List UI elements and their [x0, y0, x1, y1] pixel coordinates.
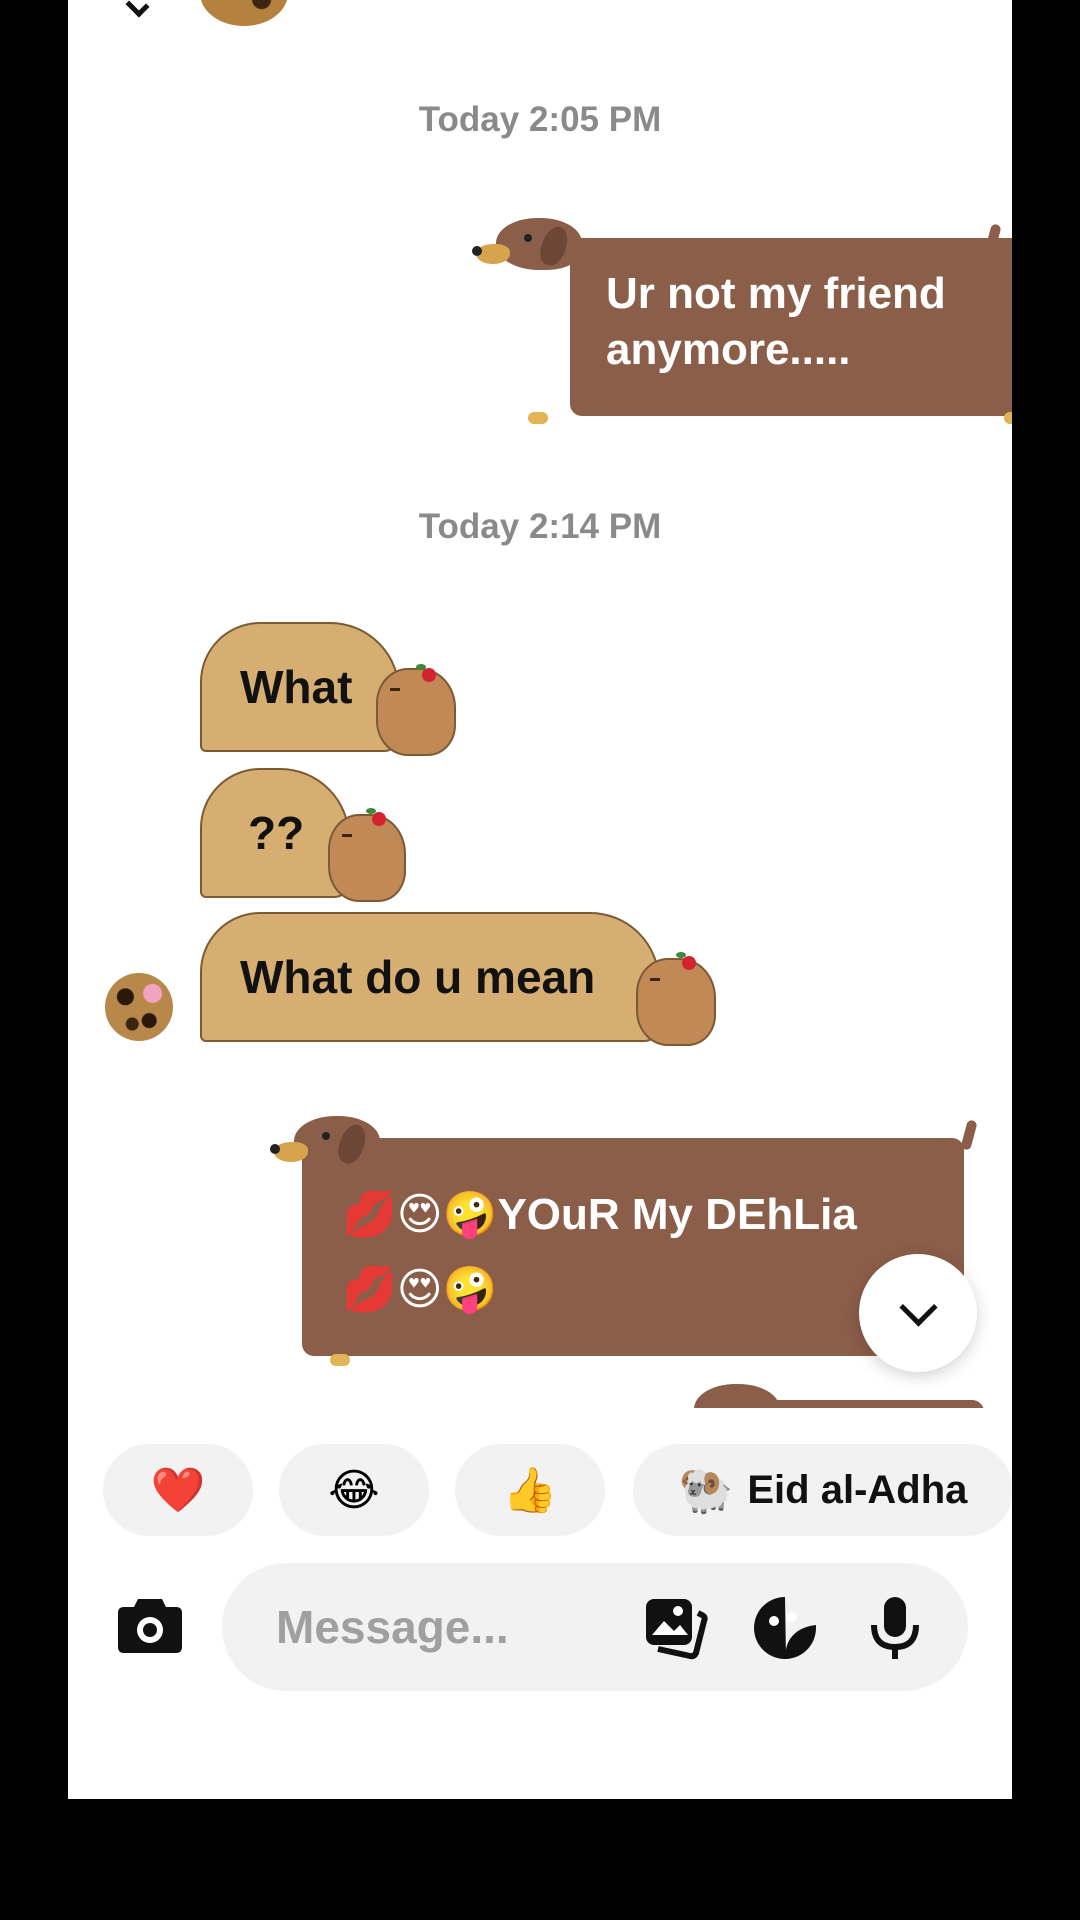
timestamp: Today 2:14 PM — [418, 507, 662, 546]
capybara-face — [328, 814, 406, 902]
sticker-icon[interactable] — [752, 1595, 818, 1661]
microphone-icon[interactable] — [862, 1595, 928, 1661]
eid-label: Eid al-Adha — [747, 1467, 968, 1512]
capybara-eye — [650, 978, 660, 981]
dog-nose — [270, 1144, 280, 1154]
back-arrow-icon[interactable] — [125, 0, 150, 18]
message-text: Ur not my friend anymore..... — [606, 269, 946, 375]
capybara-face — [376, 668, 456, 756]
dog-eye — [524, 234, 532, 242]
reaction-laugh-button[interactable]: 😂 — [279, 1444, 429, 1536]
heart-icon: ❤️ — [150, 1466, 206, 1515]
reaction-heart-button[interactable]: ❤️ — [103, 1444, 253, 1536]
dog-head — [496, 218, 582, 270]
dog-head — [294, 1116, 380, 1168]
leaf-icon — [416, 664, 426, 670]
camera-icon[interactable] — [116, 1595, 184, 1655]
chat-screen: Today 2:05 PM Ur not my friend anymore..… — [68, 0, 1012, 1799]
reaction-thumbs-up-button[interactable]: 👍 — [455, 1444, 605, 1536]
message-text: ?? — [248, 807, 305, 859]
message-bubble — [744, 1400, 984, 1408]
dog-paw — [528, 412, 548, 424]
dog-paw — [1004, 412, 1012, 424]
leaf-icon — [676, 952, 686, 958]
flower-icon — [682, 956, 696, 970]
message-text: What do u mean — [240, 951, 596, 1003]
chevron-down-icon — [898, 1287, 938, 1327]
message-text: 💋😍🤪YOuR My DEhLia 💋😍🤪 — [342, 1190, 857, 1314]
scroll-to-bottom-button[interactable] — [859, 1254, 977, 1372]
ram-icon: 🐏 — [678, 1466, 734, 1515]
leaf-icon — [366, 808, 376, 814]
flower-icon — [422, 668, 436, 682]
message-bubble: What do u mean — [200, 912, 660, 1042]
incoming-message[interactable]: ?? — [200, 768, 406, 902]
dog-eye — [322, 1132, 330, 1140]
message-bubble: What — [200, 622, 400, 752]
message-composer — [222, 1563, 968, 1691]
sender-avatar[interactable] — [105, 973, 173, 1041]
capybara-face — [636, 958, 716, 1046]
flower-icon — [372, 812, 386, 826]
outgoing-message[interactable]: Ur not my friend anymore..... — [466, 216, 1012, 432]
gallery-icon[interactable] — [642, 1595, 708, 1661]
message-bubble: Ur not my friend anymore..... — [570, 238, 1012, 416]
timestamp: Today 2:05 PM — [418, 100, 662, 139]
message-input[interactable] — [274, 1593, 608, 1661]
eid-al-adha-button[interactable]: 🐏 Eid al-Adha — [633, 1444, 1012, 1536]
capybara-eye — [342, 834, 352, 837]
outgoing-message-partial — [624, 1384, 998, 1408]
dog-snout — [274, 1142, 308, 1162]
header-avatar[interactable] — [200, 0, 288, 26]
message-bubble: ?? — [200, 768, 350, 898]
tears-of-joy-icon: 😂 — [328, 1465, 380, 1515]
incoming-message[interactable]: What — [200, 622, 456, 756]
dog-snout — [476, 244, 510, 264]
thumbs-up-icon: 👍 — [502, 1466, 558, 1515]
message-text: What — [240, 661, 353, 713]
dog-paw — [330, 1354, 350, 1366]
dog-nose — [472, 246, 482, 256]
incoming-message[interactable]: What do u mean — [200, 912, 716, 1046]
capybara-eye — [390, 688, 400, 691]
